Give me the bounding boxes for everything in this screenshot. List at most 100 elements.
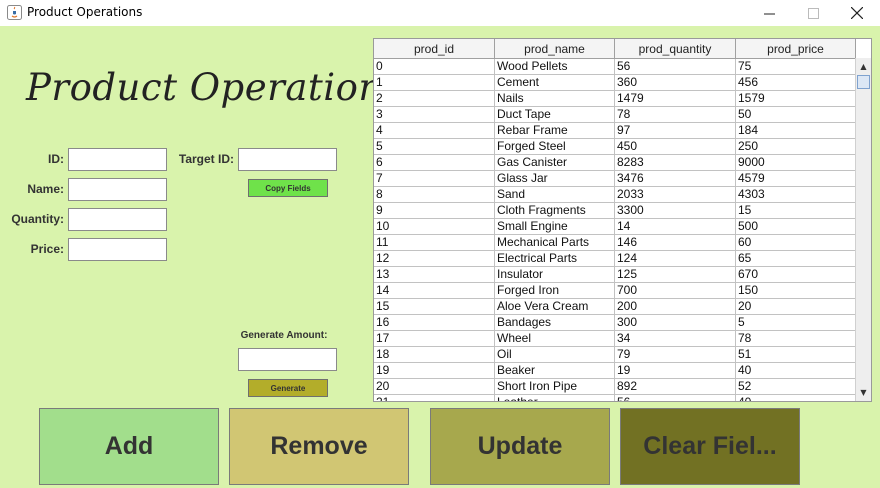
maximize-button[interactable] — [790, 0, 836, 26]
table-cell[interactable]: 500 — [736, 219, 856, 235]
table-cell[interactable]: 360 — [615, 75, 736, 91]
table-cell[interactable]: 892 — [615, 379, 736, 395]
table-cell[interactable]: 125 — [615, 267, 736, 283]
table-row[interactable]: 7 Glass Jar 3476 4579 — [374, 171, 856, 187]
table-row[interactable]: 4 Rebar Frame 97 184 — [374, 123, 856, 139]
table-row[interactable]: 0 Wood Pellets 56 75 — [374, 59, 856, 75]
table-row[interactable]: 15 Aloe Vera Cream 200 20 — [374, 299, 856, 315]
table-cell[interactable]: 18 — [374, 347, 495, 363]
column-header-prod-price[interactable]: prod_price — [736, 39, 856, 58]
table-cell[interactable]: 75 — [736, 59, 856, 75]
table-cell[interactable]: 40 — [736, 363, 856, 379]
table-row[interactable]: 3 Duct Tape 78 50 — [374, 107, 856, 123]
generate-button[interactable]: Generate — [248, 379, 328, 397]
table-cell[interactable]: 3300 — [615, 203, 736, 219]
table-cell[interactable]: Leather — [495, 395, 615, 401]
table-cell[interactable]: 12 — [374, 251, 495, 267]
table-cell[interactable]: 15 — [374, 299, 495, 315]
table-cell[interactable]: Beaker — [495, 363, 615, 379]
table-cell[interactable]: 700 — [615, 283, 736, 299]
table-row[interactable]: 12 Electrical Parts 124 65 — [374, 251, 856, 267]
table-row[interactable]: 13 Insulator 125 670 — [374, 267, 856, 283]
column-header-prod-name[interactable]: prod_name — [495, 39, 615, 58]
table-cell[interactable]: Bandages — [495, 315, 615, 331]
table-cell[interactable]: 11 — [374, 235, 495, 251]
generate-amount-field[interactable] — [238, 348, 337, 371]
table-cell[interactable]: 184 — [736, 123, 856, 139]
table-cell[interactable]: 1 — [374, 75, 495, 91]
table-cell[interactable]: 51 — [736, 347, 856, 363]
table-cell[interactable]: 19 — [615, 363, 736, 379]
table-cell[interactable]: Short Iron Pipe — [495, 379, 615, 395]
table-cell[interactable]: 13 — [374, 267, 495, 283]
table-cell[interactable]: Wood Pellets — [495, 59, 615, 75]
table-cell[interactable]: 146 — [615, 235, 736, 251]
table-cell[interactable]: 6 — [374, 155, 495, 171]
copy-fields-button[interactable]: Copy Fields — [248, 179, 328, 197]
table-cell[interactable]: 20 — [374, 379, 495, 395]
table-cell[interactable]: 40 — [736, 395, 856, 401]
table-cell[interactable]: Forged Iron — [495, 283, 615, 299]
table-scrollbar[interactable]: ▲ ▼ — [855, 58, 871, 401]
table-cell[interactable]: Wheel — [495, 331, 615, 347]
table-cell[interactable]: 4303 — [736, 187, 856, 203]
table-row[interactable]: 1 Cement 360 456 — [374, 75, 856, 91]
table-cell[interactable]: Gas Canister — [495, 155, 615, 171]
price-field[interactable] — [68, 238, 167, 261]
table-cell[interactable]: 200 — [615, 299, 736, 315]
table-cell[interactable]: Electrical Parts — [495, 251, 615, 267]
table-row[interactable]: 17 Wheel 34 78 — [374, 331, 856, 347]
close-button[interactable] — [834, 0, 880, 26]
table-cell[interactable]: 14 — [374, 283, 495, 299]
scroll-thumb[interactable] — [857, 75, 870, 89]
table-cell[interactable]: 150 — [736, 283, 856, 299]
table-cell[interactable]: 56 — [615, 395, 736, 401]
table-cell[interactable]: 5 — [374, 139, 495, 155]
table-cell[interactable]: Aloe Vera Cream — [495, 299, 615, 315]
table-cell[interactable]: 78 — [736, 331, 856, 347]
table-cell[interactable]: 9 — [374, 203, 495, 219]
table-row[interactable]: 11 Mechanical Parts 146 60 — [374, 235, 856, 251]
table-cell[interactable]: Cement — [495, 75, 615, 91]
table-cell[interactable]: 17 — [374, 331, 495, 347]
table-row[interactable]: 16 Bandages 300 5 — [374, 315, 856, 331]
table-row[interactable]: 2 Nails 1479 1579 — [374, 91, 856, 107]
table-cell[interactable]: 56 — [615, 59, 736, 75]
table-cell[interactable]: 9000 — [736, 155, 856, 171]
table-cell[interactable]: 0 — [374, 59, 495, 75]
table-cell[interactable]: 3 — [374, 107, 495, 123]
update-button[interactable]: Update — [430, 408, 610, 485]
table-row[interactable]: 14 Forged Iron 700 150 — [374, 283, 856, 299]
table-cell[interactable]: 1479 — [615, 91, 736, 107]
table-cell[interactable]: Nails — [495, 91, 615, 107]
table-cell[interactable]: 670 — [736, 267, 856, 283]
table-cell[interactable]: 20 — [736, 299, 856, 315]
products-table[interactable]: prod_id prod_name prod_quantity prod_pri… — [373, 38, 872, 402]
table-cell[interactable]: Insulator — [495, 267, 615, 283]
table-cell[interactable]: 300 — [615, 315, 736, 331]
table-row[interactable]: 18 Oil 79 51 — [374, 347, 856, 363]
quantity-field[interactable] — [68, 208, 167, 231]
table-cell[interactable]: 78 — [615, 107, 736, 123]
column-header-prod-id[interactable]: prod_id — [374, 39, 495, 58]
table-row[interactable]: 19 Beaker 19 40 — [374, 363, 856, 379]
table-row[interactable]: 5 Forged Steel 450 250 — [374, 139, 856, 155]
table-cell[interactable]: 15 — [736, 203, 856, 219]
id-field[interactable] — [68, 148, 167, 171]
table-cell[interactable]: Sand — [495, 187, 615, 203]
name-field[interactable] — [68, 178, 167, 201]
table-row[interactable]: 20 Short Iron Pipe 892 52 — [374, 379, 856, 395]
table-cell[interactable]: Cloth Fragments — [495, 203, 615, 219]
table-row[interactable]: 8 Sand 2033 4303 — [374, 187, 856, 203]
minimize-button[interactable] — [746, 0, 792, 26]
table-cell[interactable]: 5 — [736, 315, 856, 331]
target-id-field[interactable] — [238, 148, 337, 171]
remove-button[interactable]: Remove — [229, 408, 409, 485]
add-button[interactable]: Add — [39, 408, 219, 485]
table-cell[interactable]: Rebar Frame — [495, 123, 615, 139]
table-cell[interactable]: 7 — [374, 171, 495, 187]
table-cell[interactable]: 2033 — [615, 187, 736, 203]
table-cell[interactable]: 124 — [615, 251, 736, 267]
table-cell[interactable]: 97 — [615, 123, 736, 139]
table-cell[interactable]: 8283 — [615, 155, 736, 171]
